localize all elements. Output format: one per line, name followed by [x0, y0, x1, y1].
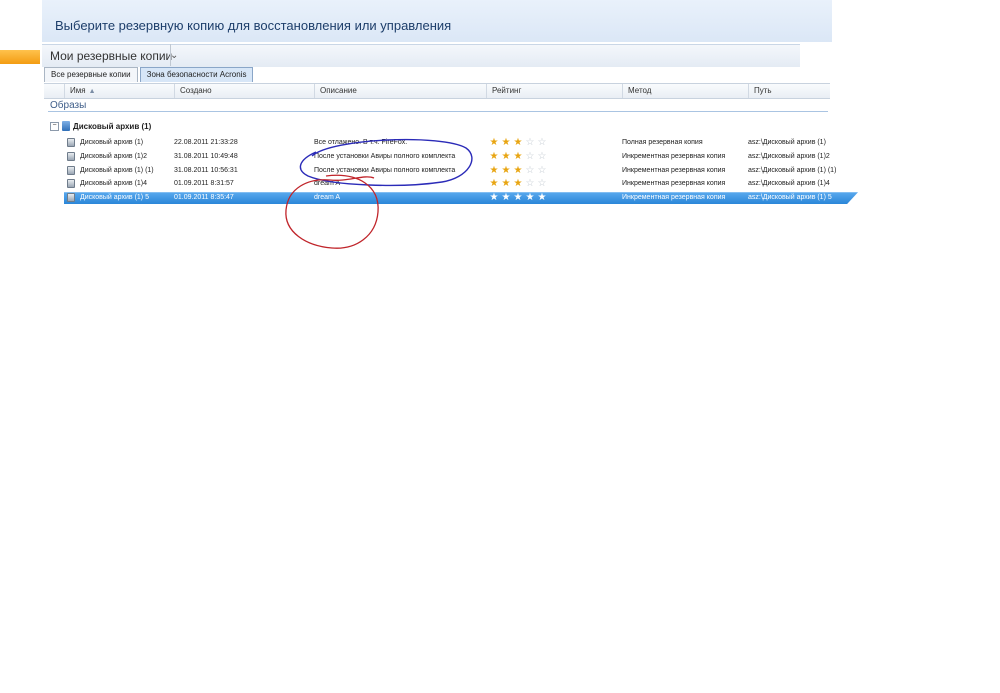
star-icon[interactable]: ★	[512, 151, 524, 163]
cell-description: Все отлажено. В т.ч. FireFox.	[314, 139, 408, 146]
star-icon[interactable]: ☆	[536, 178, 548, 190]
star-icon[interactable]: ☆	[536, 165, 548, 177]
archive-group-label: Дисковый архив (1)	[73, 121, 152, 131]
cell-created: 31.08.2011 10:49:48	[174, 152, 238, 160]
star-icon[interactable]: ☆	[536, 137, 548, 149]
cell-method: Инкрементная резервная копия	[622, 180, 726, 188]
backup-archive-icon	[67, 151, 75, 161]
table-row[interactable]: Дисковый архив (1) 22.08.2011 21:33:28 Все…	[64, 137, 858, 149]
table-row[interactable]: Дисковый архив (1) 5 01.09.2011 8:35:47 dr…	[64, 192, 858, 205]
rating-stars[interactable]: ★ ★ ★ ☆ ☆	[488, 151, 548, 163]
cell-name: Дисковый архив (1) 5	[80, 194, 149, 202]
sidebar-accent	[0, 50, 40, 64]
column-header-created[interactable]: Создано	[174, 84, 314, 98]
star-icon[interactable]: ☆	[524, 178, 536, 190]
star-icon[interactable]: ★	[536, 192, 548, 204]
star-icon[interactable]: ★	[512, 165, 524, 177]
backup-archive-icon	[67, 165, 75, 175]
cell-method: Инкрементная резервная копия	[622, 152, 726, 160]
backup-archive-icon	[67, 179, 75, 189]
star-icon[interactable]: ★	[512, 192, 524, 204]
cell-path: asz:\Дисковый архив (1) 5	[748, 194, 832, 202]
rating-stars[interactable]: ★ ★ ★ ★ ★	[488, 192, 548, 204]
column-header-method[interactable]: Метод	[622, 84, 748, 98]
sort-asc-icon: ▲	[88, 88, 96, 95]
table-row[interactable]: Дисковый архив (1)4 01.09.2011 8:31:57 dre…	[64, 178, 858, 190]
table-row[interactable]: Дисковый архив (1)2 31.08.2011 10:49:48 По…	[64, 151, 858, 163]
star-icon[interactable]: ★	[500, 151, 512, 163]
tab-all-backups[interactable]: Все резервные копии	[44, 67, 138, 82]
cell-description: После установки Авиры полного комплекта	[314, 166, 456, 174]
cell-path: asz:\Дисковый архив (1)2	[748, 152, 830, 160]
cell-path: asz:\Дисковый архив (1)	[748, 139, 826, 146]
cell-method: Инкрементная резервная копия	[622, 166, 726, 174]
chevron-down-icon[interactable]: ⌄	[170, 50, 178, 61]
rating-stars[interactable]: ★ ★ ★ ☆ ☆	[488, 178, 548, 190]
images-section-divider	[48, 111, 828, 112]
cell-name: Дисковый архив (1)2	[80, 152, 148, 160]
star-icon[interactable]: ★	[500, 178, 512, 190]
window-title: Выберите резервную копию для восстановле…	[55, 18, 452, 33]
column-header-name[interactable]: Имя ▲	[64, 84, 174, 98]
cell-path: asz:\Дисковый архив (1) (1)	[748, 166, 837, 174]
column-header-description[interactable]: Описание	[314, 84, 486, 98]
cell-description: После установки Авиры полного комплекта	[314, 152, 456, 160]
star-icon[interactable]: ★	[512, 178, 524, 190]
rating-stars[interactable]: ★ ★ ★ ☆ ☆	[488, 137, 548, 149]
star-icon[interactable]: ★	[488, 165, 500, 177]
images-section-label: Образы	[50, 100, 87, 111]
star-icon[interactable]: ★	[488, 192, 500, 204]
tab-acronis-secure-zone[interactable]: Зона безопасности Acronis	[139, 67, 254, 82]
star-icon[interactable]: ★	[488, 178, 500, 190]
cell-created: 31.08.2011 10:56:31	[174, 166, 238, 174]
backup-archive-icon	[67, 138, 75, 147]
cell-name: Дисковый архив (1)4	[80, 180, 148, 188]
backup-tabs: Все резервные копии Зона безопасности Ac…	[44, 67, 254, 82]
table-row[interactable]: Дисковый архив (1) (1) 31.08.2011 10:56:3…	[64, 165, 858, 177]
cell-path: asz:\Дисковый архив (1)4	[748, 180, 830, 188]
star-icon[interactable]: ★	[512, 137, 524, 149]
cell-description: dream A	[314, 194, 341, 202]
cell-method: Полная резервная копия	[622, 139, 703, 146]
cell-created: 01.09.2011 8:31:57	[174, 180, 234, 188]
section-title: Мои резервные копии	[50, 49, 173, 63]
star-icon[interactable]: ★	[524, 192, 536, 204]
disk-archive-icon	[62, 121, 70, 131]
cell-name: Дисковый архив (1) (1)	[80, 166, 154, 174]
cell-created: 01.09.2011 8:35:47	[174, 194, 234, 202]
column-header-label: Имя	[70, 86, 86, 95]
backup-archive-icon	[67, 193, 75, 203]
star-icon[interactable]: ★	[488, 137, 500, 149]
star-icon[interactable]: ★	[500, 165, 512, 177]
cell-name: Дисковый архив (1)	[80, 139, 144, 146]
star-icon[interactable]: ★	[500, 192, 512, 204]
star-icon[interactable]: ☆	[536, 151, 548, 163]
archive-group-row[interactable]: − Дисковый архив (1)	[50, 120, 151, 132]
column-header-path[interactable]: Путь	[748, 84, 830, 98]
cell-method: Инкрементная резервная копия	[622, 194, 726, 202]
collapse-icon[interactable]: −	[50, 121, 59, 131]
star-icon[interactable]: ☆	[524, 137, 536, 149]
cell-created: 22.08.2011 21:33:28	[174, 139, 238, 146]
star-icon[interactable]: ☆	[524, 165, 536, 177]
table-header: Имя ▲ Создано Описание Рейтинг Метод Путь	[44, 83, 830, 99]
star-icon[interactable]: ★	[500, 137, 512, 149]
star-icon[interactable]: ☆	[524, 151, 536, 163]
column-header-rating[interactable]: Рейтинг	[486, 84, 622, 98]
rating-stars[interactable]: ★ ★ ★ ☆ ☆	[488, 165, 548, 177]
cell-description: dream A	[314, 180, 341, 188]
header-spacer	[44, 84, 64, 98]
star-icon[interactable]: ★	[488, 151, 500, 163]
